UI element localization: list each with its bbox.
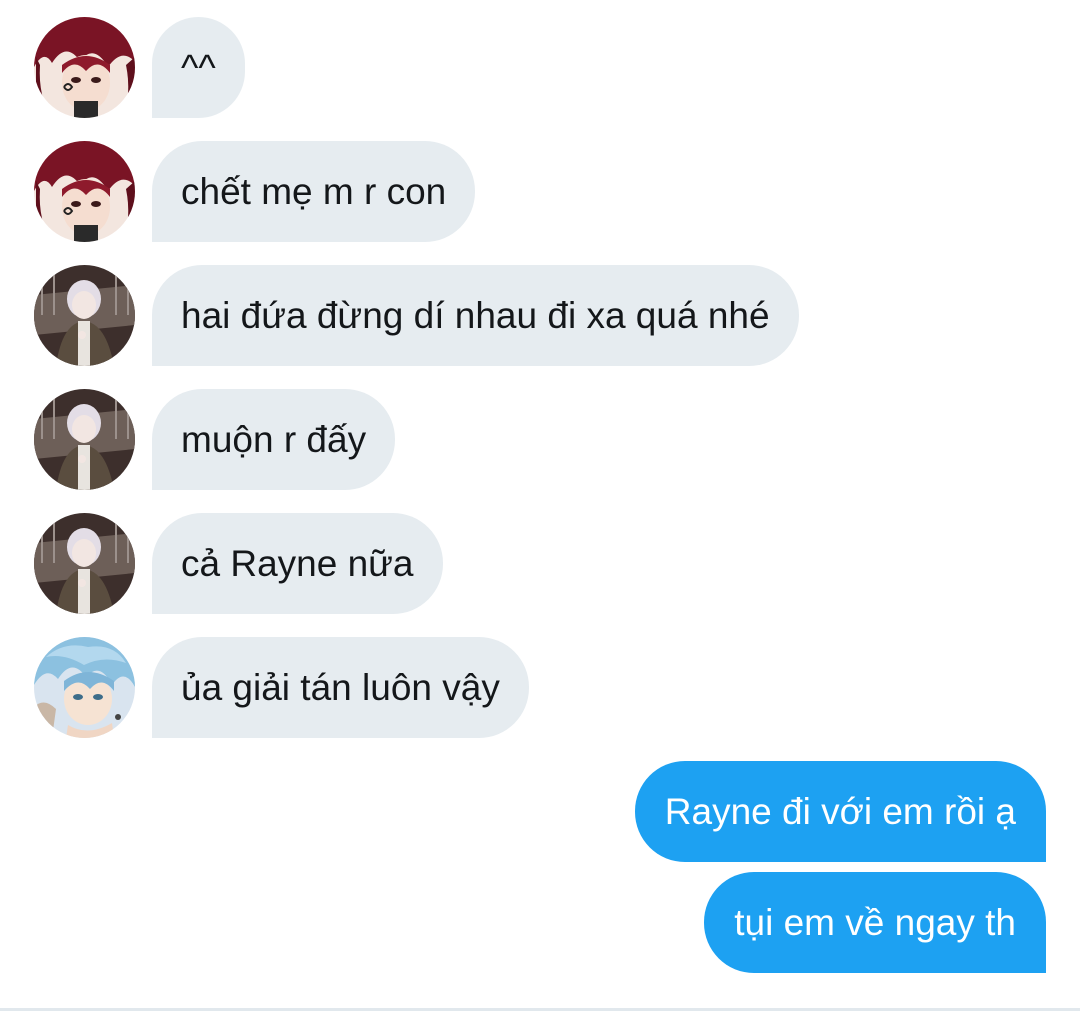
avatar-silver-hair[interactable] bbox=[34, 513, 135, 614]
avatar-red-hair[interactable] bbox=[34, 141, 135, 242]
received-message-bubble[interactable]: hai đứa đừng dí nhau đi xa quá nhé bbox=[152, 265, 799, 366]
message-text: Rayne đi với em rồi ạ bbox=[664, 791, 1016, 832]
message-text: muộn r đấy bbox=[181, 419, 367, 460]
message-text: chết mẹ m r con bbox=[181, 171, 447, 212]
sent-message-bubble[interactable]: tụi em về ngay th bbox=[704, 872, 1046, 973]
received-message-bubble[interactable]: chết mẹ m r con bbox=[152, 141, 476, 242]
message-text: ủa giải tán luôn vậy bbox=[181, 667, 500, 708]
message-text: ^^ bbox=[181, 47, 216, 88]
received-message-bubble[interactable]: cả Rayne nữa bbox=[152, 513, 443, 614]
received-message-bubble[interactable]: ^^ bbox=[152, 17, 245, 118]
received-message-bubble[interactable]: ủa giải tán luôn vậy bbox=[152, 637, 529, 738]
avatar-silver-hair[interactable] bbox=[34, 265, 135, 366]
avatar-silver-hair[interactable] bbox=[34, 389, 135, 490]
sent-message-bubble[interactable]: Rayne đi với em rồi ạ bbox=[634, 761, 1046, 862]
message-text: cả Rayne nữa bbox=[181, 543, 414, 584]
received-message-bubble[interactable]: muộn r đấy bbox=[152, 389, 396, 490]
message-text: tụi em về ngay th bbox=[734, 902, 1016, 943]
avatar-red-hair[interactable] bbox=[34, 17, 135, 118]
message-text: hai đứa đừng dí nhau đi xa quá nhé bbox=[181, 295, 770, 336]
message-thread: ^^ chết mẹ m r con hai đứa đừng dí nhau … bbox=[0, 0, 1080, 1011]
avatar-blue-hair[interactable] bbox=[34, 637, 135, 738]
